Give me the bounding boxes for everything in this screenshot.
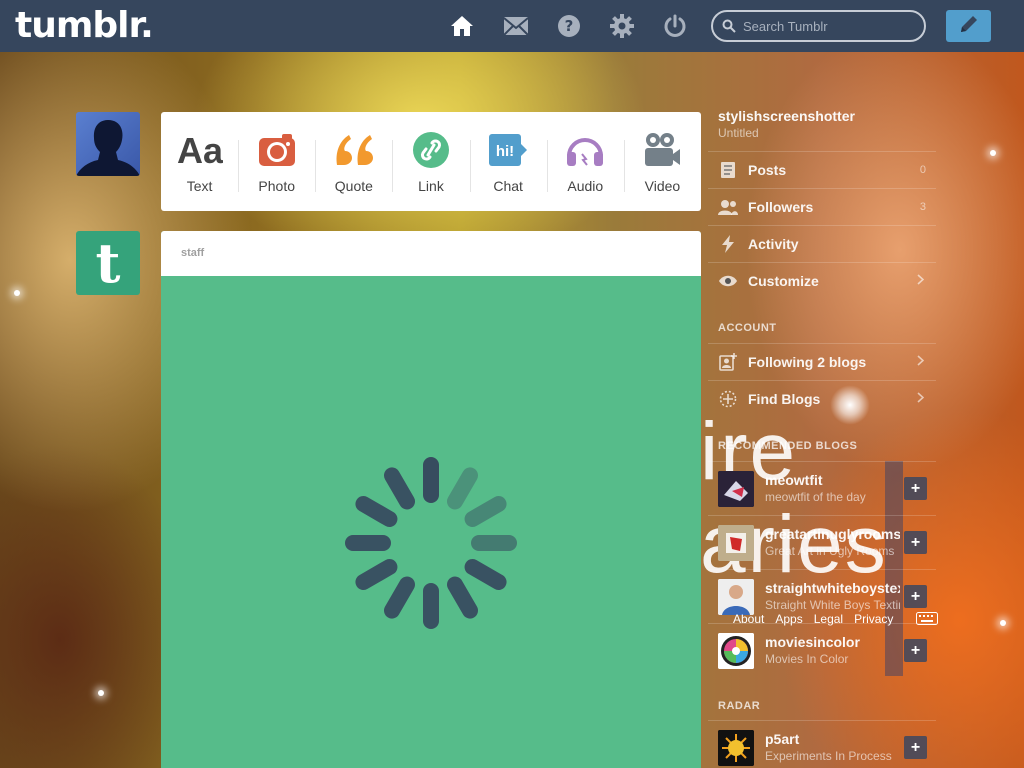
video-camera-icon <box>643 130 681 170</box>
blog-avatar <box>718 525 754 561</box>
background-sparkle <box>98 690 104 696</box>
spinner-segment <box>464 496 507 527</box>
post-type-label: Link <box>418 178 444 194</box>
blog-avatar <box>718 633 754 669</box>
spinner-segment <box>464 559 507 590</box>
mail-icon[interactable] <box>503 13 529 39</box>
keyboard-icon[interactable] <box>916 612 938 630</box>
blog-title: Untitled <box>718 126 759 140</box>
svg-text:hi!: hi! <box>496 143 514 160</box>
spinner-segment <box>384 467 415 510</box>
post-type-label: Photo <box>258 178 295 194</box>
chat-icon: hi! <box>488 130 528 170</box>
compose-button[interactable] <box>946 10 991 42</box>
blog-avatar <box>718 471 754 507</box>
spinner-segment <box>384 576 415 619</box>
chevron-right-icon <box>917 353 925 371</box>
radar-blog[interactable]: p5art Experiments In Process + <box>708 720 936 768</box>
footer-links: About Apps Legal Privacy <box>733 612 893 626</box>
top-navigation-bar: tumblr. ? <box>0 0 1024 52</box>
post-type-chat[interactable]: hi! Chat <box>469 112 547 211</box>
staff-avatar[interactable]: t <box>76 231 140 295</box>
background-sparkle <box>1000 620 1006 626</box>
gear-icon[interactable] <box>609 13 635 39</box>
search-box[interactable] <box>711 10 926 42</box>
spinner-segment <box>447 576 478 619</box>
sidebar-item-activity[interactable]: Activity <box>708 225 936 262</box>
post-type-text[interactable]: Aa Text <box>161 112 238 211</box>
recommended-blog[interactable]: moviesincolor Movies In Color + <box>708 623 936 677</box>
post-type-label: Chat <box>493 178 523 194</box>
link-icon <box>412 130 450 170</box>
footer-link-about[interactable]: About <box>733 612 764 626</box>
footer-link-legal[interactable]: Legal <box>814 612 843 626</box>
blog-name[interactable]: stylishscreenshotter <box>718 108 855 124</box>
post-type-label: Text <box>186 178 213 194</box>
text-icon: Aa <box>177 130 223 170</box>
post-type-video[interactable]: Video <box>623 112 701 211</box>
blog-avatar <box>718 579 754 615</box>
loading-spinner-icon <box>341 453 521 638</box>
follow-plus-button[interactable]: + <box>904 639 927 662</box>
post-type-audio[interactable]: Audio <box>546 112 624 211</box>
post-author[interactable]: staff <box>161 231 701 276</box>
recommended-blog[interactable]: greatartinuglyrooms Great Art in Ugly Ro… <box>708 515 936 569</box>
post-type-link[interactable]: Link <box>392 112 469 211</box>
followers-icon <box>708 199 748 215</box>
home-icon[interactable] <box>449 13 475 39</box>
post-type-selector: Aa Text Photo Quote Link hi! Chat Audio <box>161 112 701 211</box>
follow-plus-button[interactable]: + <box>904 736 927 759</box>
post-type-label: Quote <box>334 178 373 194</box>
post-type-label: Audio <box>567 178 604 194</box>
eye-icon <box>708 274 748 288</box>
posts-count: 0 <box>919 164 926 176</box>
power-icon[interactable] <box>662 13 688 39</box>
sidebar-item-following[interactable]: Following 2 blogs <box>708 343 936 380</box>
camera-icon <box>258 130 296 170</box>
posts-icon <box>708 161 748 179</box>
search-icon <box>722 19 736 38</box>
sidebar-item-customize[interactable]: Customize <box>708 262 936 299</box>
post-type-photo[interactable]: Photo <box>238 112 315 211</box>
help-icon[interactable]: ? <box>556 13 582 39</box>
chevron-right-icon <box>917 272 925 290</box>
footer-link-privacy[interactable]: Privacy <box>854 612 893 626</box>
follow-plus-button[interactable]: + <box>904 531 927 554</box>
dashboard-post: staff <box>161 231 701 768</box>
post-type-label: Video <box>644 178 681 194</box>
blog-avatar <box>718 730 754 766</box>
compose-pencil-icon <box>958 13 980 40</box>
user-avatar[interactable] <box>76 112 140 176</box>
followers-count: 3 <box>919 201 926 213</box>
footer-link-apps[interactable]: Apps <box>775 612 802 626</box>
section-title-radar: RADAR <box>718 700 761 712</box>
recommended-blog[interactable]: meowtfit meowtfit of the day + <box>708 461 936 515</box>
sidebar-item-followers[interactable]: Followers 3 <box>708 188 936 225</box>
section-title-account: ACCOUNT <box>718 322 777 334</box>
quote-icon <box>333 130 375 170</box>
spinner-segment <box>355 496 398 527</box>
spinner-segment <box>355 559 398 590</box>
svg-text:?: ? <box>565 17 574 35</box>
tumblr-logo[interactable]: tumblr. <box>15 5 154 46</box>
follow-plus-button[interactable]: + <box>904 585 927 608</box>
activity-icon <box>708 235 748 253</box>
search-input[interactable] <box>743 17 918 35</box>
post-type-quote[interactable]: Quote <box>315 112 392 211</box>
svg-text:Aa: Aa <box>177 132 223 168</box>
background-sparkle <box>14 290 20 296</box>
headphones-icon <box>565 130 605 170</box>
sidebar-item-find-blogs[interactable]: Find Blogs <box>708 380 936 417</box>
follow-plus-button[interactable]: + <box>904 477 927 500</box>
section-title-recommended: RECOMMENDED BLOGS <box>718 440 858 452</box>
spinner-segment <box>447 467 478 510</box>
find-blogs-icon <box>708 390 748 408</box>
chevron-right-icon <box>917 390 925 408</box>
background-sparkle <box>990 150 996 156</box>
sidebar-item-posts[interactable]: Posts 0 <box>708 151 936 188</box>
following-icon <box>708 353 748 371</box>
